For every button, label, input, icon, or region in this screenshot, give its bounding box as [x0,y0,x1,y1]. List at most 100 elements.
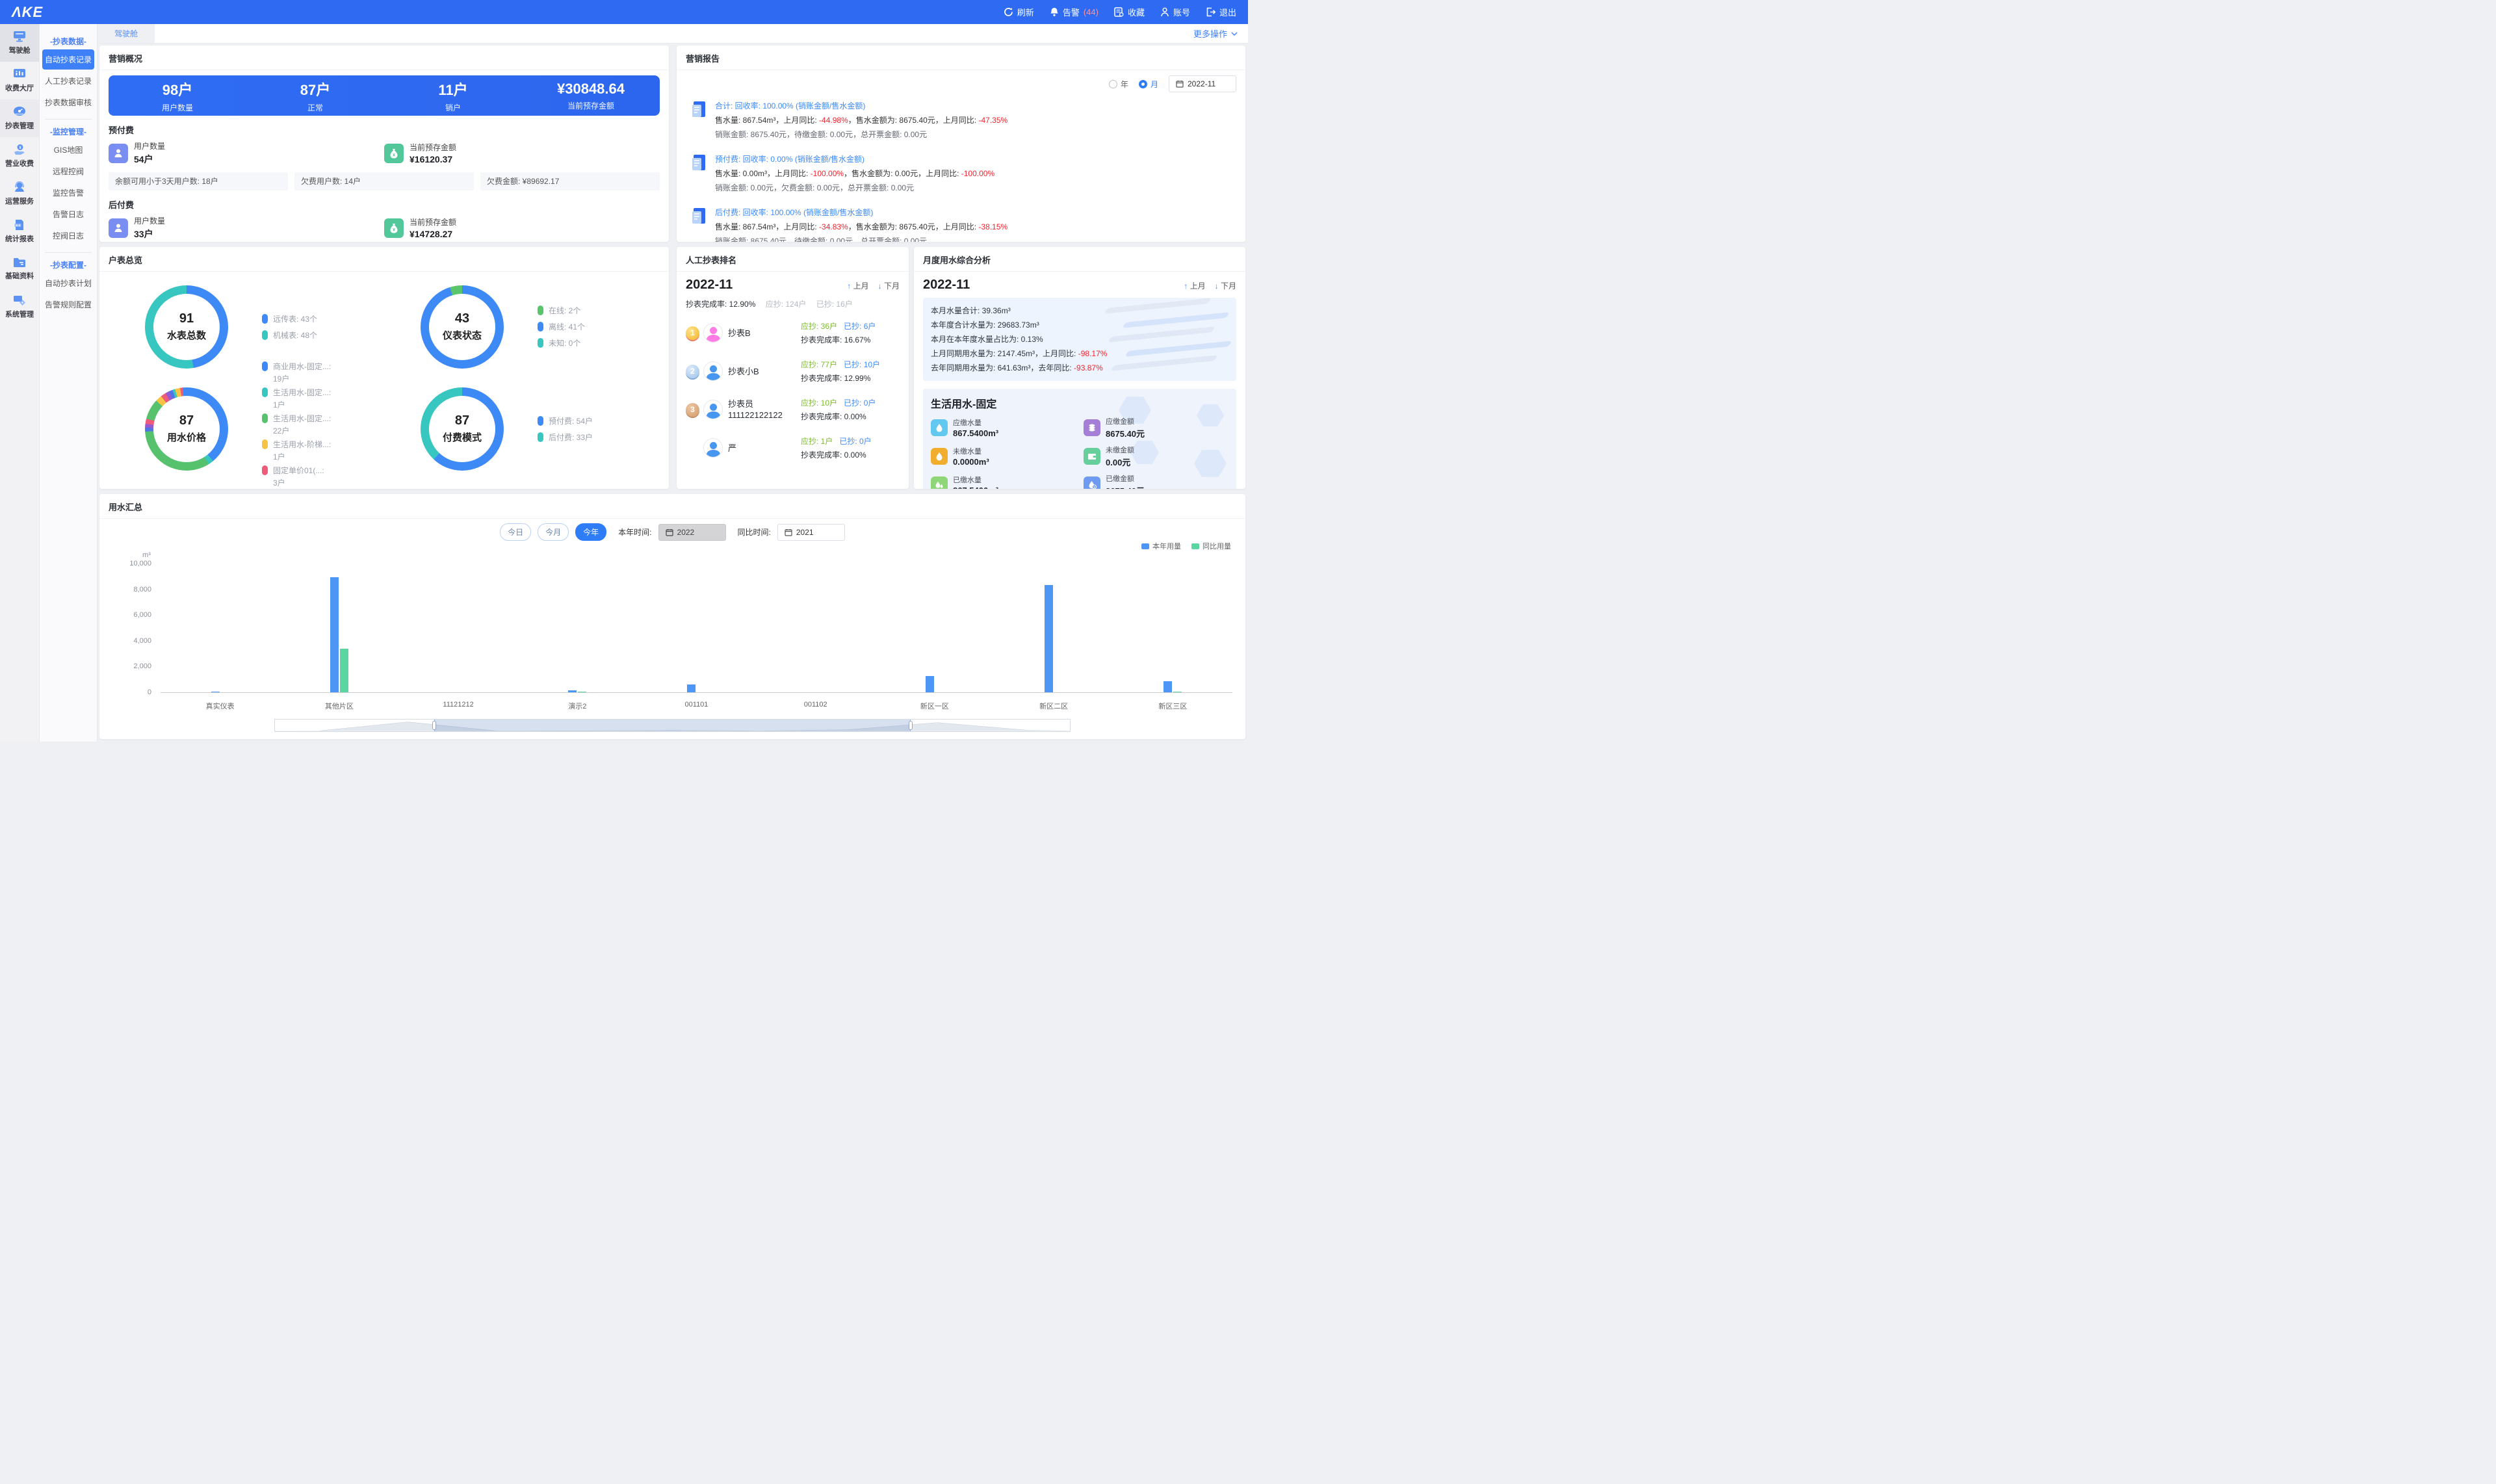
submenu-section-title: -抄表配置- [40,259,97,270]
user-icon [109,144,128,163]
nav-item-meter-management[interactable]: 抄表管理 [0,99,39,137]
report-headline[interactable]: 后付费: 回收率: 100.00% (销账金额/售水金额) [715,207,1008,218]
alarm-button[interactable]: 告警 (44) [1050,6,1098,18]
nav-item-system-management[interactable]: 系统管理 [0,288,39,326]
refresh-button[interactable]: 刷新 [1004,6,1034,18]
prev-month-button[interactable]: ↑ 上月 [1184,280,1205,291]
section-title: 生活用水-固定 [931,395,1228,411]
nav-item-dashboard[interactable]: 驾驶舱 [0,24,39,62]
legend-item[interactable]: 商业用水-固定...:19户 [262,361,331,384]
report-date-input[interactable]: 2022-11 [1169,75,1236,92]
account-button[interactable]: 账号 [1160,6,1190,18]
tab-dashboard[interactable]: 驾驶舱 [98,24,155,43]
submenu-item-manual-meter-records[interactable]: 人工抄表记录 [42,71,94,91]
meter-status-donut[interactable]: 43仪表状态 [421,285,504,369]
postpaid-subtitle: 后付费 [109,198,660,211]
year-time-input[interactable]: 2022 [658,524,726,541]
hand-coin-icon: ¥ [13,144,26,155]
submenu-item-alarm-rule-config[interactable]: 告警规则配置 [42,294,94,315]
filter-this-year-button[interactable]: 今年 [575,523,606,541]
analysis-month: 2022-11 [923,278,970,293]
nav-item-statistics-report[interactable]: XLS 统计报表 [0,213,39,250]
report-row-postpaid: 后付费: 回收率: 100.00% (销账金额/售水金额) 售水量: 867.5… [691,207,1236,242]
bar[interactable] [330,577,339,692]
submenu-section-title: -抄表数据- [40,36,97,47]
next-month-button[interactable]: ↓ 下月 [878,280,900,291]
bar[interactable] [1045,585,1053,692]
legend-item[interactable]: 离线: 41个 [538,321,585,332]
legend-current-year[interactable]: 本年用量 [1141,541,1181,551]
nav-item-base-data[interactable]: 基础资料 [0,250,39,288]
meter-overview-panel: 户表总览 91水表总数 远传表: 43个 机械表: 48个 43仪表状态 在线:… [99,247,669,489]
legend-item[interactable]: 生活用水-固定...:22户 [262,413,331,436]
submenu-item-auto-meter-records[interactable]: 自动抄表记录 [42,49,94,70]
primary-sidebar: 驾驶舱 收费大厅 抄表管理 ¥ 营业收费 运营服务 XLS 统计报表 基础资料 … [0,24,40,742]
datazoom-selection[interactable] [434,720,911,731]
submenu-item-valve-log[interactable]: 控阀日志 [42,226,94,246]
submenu-item-remote-valve[interactable]: 远程控阀 [42,161,94,181]
avatar [703,400,723,419]
compare-time-input[interactable]: 2021 [777,524,845,541]
bell-icon [1050,7,1059,17]
submenu-item-monitor-alarm[interactable]: 监控告警 [42,183,94,203]
gear-icon [13,294,26,306]
legend-item[interactable]: 生活用水-阶梯...:1户 [262,439,331,462]
legend-item[interactable]: 远传表: 43个 [262,313,317,324]
bar[interactable] [568,690,577,692]
radio-circle-icon [1109,80,1117,88]
submenu-divider [45,119,92,120]
xls-file-icon: XLS [14,219,25,231]
water-meter-total-donut[interactable]: 91水表总数 [145,285,228,369]
calendar-icon [1176,80,1184,88]
legend-item[interactable]: 预付费: 54户 [538,415,593,426]
nav-item-business-fee[interactable]: ¥ 营业收费 [0,137,39,175]
meter-gauge-icon [13,106,26,118]
prev-month-button[interactable]: ↑ 上月 [847,280,868,291]
bar[interactable] [340,649,348,692]
avatar [703,438,723,458]
radio-year[interactable]: 年 [1109,79,1128,90]
report-headline[interactable]: 合计: 回收率: 100.00% (销账金额/售水金额) [715,100,1008,111]
secondary-sidebar: -抄表数据- 自动抄表记录 人工抄表记录 抄表数据审核 -监控管理- GIS地图… [40,24,98,742]
report-row-total: 合计: 回收率: 100.00% (销账金额/售水金额) 售水量: 867.54… [691,100,1236,140]
prepaid-user-card: 用户数量54户 [109,140,384,166]
filter-today-button[interactable]: 今日 [500,523,531,541]
nav-item-fee-hall[interactable]: 收费大厅 [0,62,39,99]
datazoom-slider[interactable] [274,719,1071,732]
legend-item[interactable]: 机械表: 48个 [262,330,317,341]
submenu-item-auto-meter-plan[interactable]: 自动抄表计划 [42,273,94,293]
submenu-item-gis-map[interactable]: GIS地图 [42,140,94,160]
water-price-donut[interactable]: 87用水价格 [145,387,228,471]
closed-count-value: 11户 [384,79,522,99]
bar[interactable] [687,684,696,692]
logout-button[interactable]: 退出 [1206,6,1236,18]
submenu-item-meter-data-audit[interactable]: 抄表数据审核 [42,92,94,112]
ranking-row: 严 应抄: 1户已抄: 0户抄表完成率: 0.00% [686,433,900,463]
legend-item[interactable]: 固定单价01(...:3户 [262,465,331,488]
datazoom-handle-left[interactable] [432,721,436,730]
more-actions-button[interactable]: 更多操作 [1193,27,1238,40]
prestore-amount-value: ¥30848.64 [522,81,660,98]
nav-item-operation-service[interactable]: 运营服务 [0,175,39,213]
submenu-item-alarm-log[interactable]: 告警日志 [42,204,94,224]
next-month-button[interactable]: ↓ 下月 [1215,280,1236,291]
panel-title: 营销概况 [109,52,660,64]
report-headline[interactable]: 预付费: 回收率: 0.00% (销账金额/售水金额) [715,153,994,164]
x-axis-labels: 真实仪表其他片区11121212演示2001101001102新区一区新区二区新… [161,701,1232,711]
datazoom-handle-right[interactable] [909,721,913,730]
legend-item[interactable]: 在线: 2个 [538,305,585,316]
legend-item[interactable]: 未知: 0个 [538,337,585,348]
pay-mode-donut[interactable]: 87付费模式 [421,387,504,471]
money-bag-icon: ¥ [384,218,404,238]
legend-item[interactable]: 后付费: 33户 [538,432,593,443]
favorite-button[interactable]: 收藏 [1114,6,1145,18]
panel-title: 月度用水综合分析 [923,254,1236,266]
bar[interactable] [926,676,934,692]
report-doc-icon [691,100,708,140]
legend-item[interactable]: 生活用水-固定...:1户 [262,387,331,410]
radio-month[interactable]: 月 [1139,79,1158,90]
donut-cell-water-price: 87用水价格 商业用水-固定...:19户 生活用水-固定...:1户 生活用水… [109,378,384,480]
filter-this-month-button[interactable]: 今月 [538,523,569,541]
bar[interactable] [1164,681,1172,692]
legend-compare-year[interactable]: 同比用量 [1191,541,1231,551]
